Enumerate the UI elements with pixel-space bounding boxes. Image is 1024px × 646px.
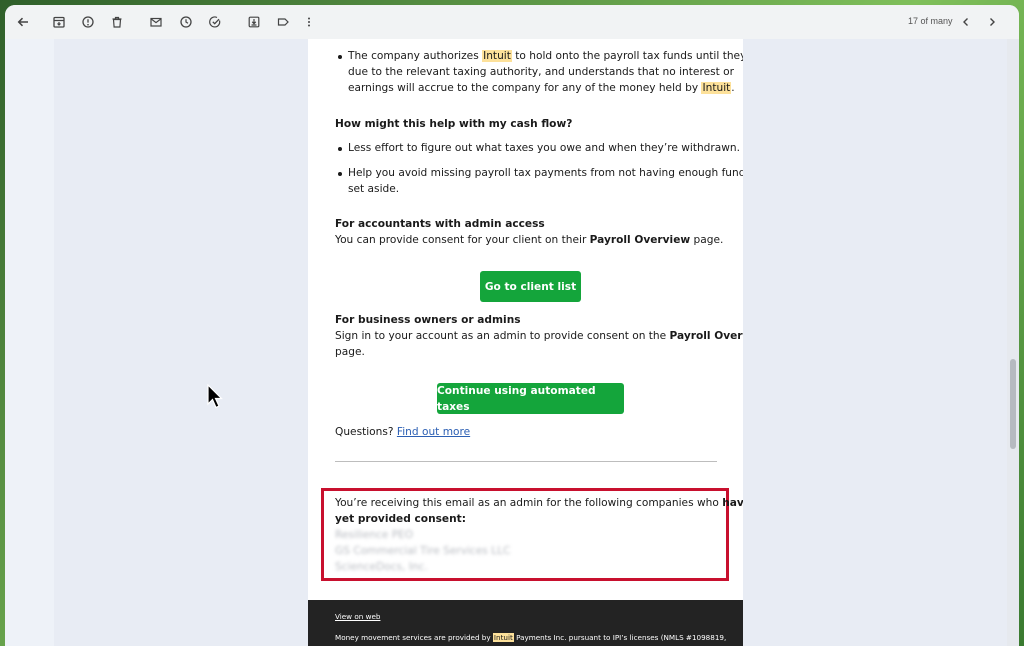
footer-disclosure: Money movement services are provided by … <box>335 633 727 642</box>
message-toolbar: 17 of many <box>5 5 1019 39</box>
pager-count: 17 of many <box>908 16 953 26</box>
snooze-icon[interactable] <box>176 12 196 32</box>
newer-chevron-icon[interactable] <box>982 12 1002 32</box>
cashflow-bullet-1: Less effort to figure out what taxes you… <box>348 142 740 154</box>
email-footer: View on web Money movement services are … <box>308 600 743 646</box>
mark-unread-icon[interactable] <box>146 12 166 32</box>
divider <box>335 461 717 462</box>
accountants-text: You can provide consent for your client … <box>335 234 724 246</box>
find-out-more-link[interactable]: Find out more <box>397 426 470 438</box>
questions-line: Questions? Find out more <box>335 426 471 438</box>
consent-notice-line-2: yet provided consent: <box>335 513 466 525</box>
authorization-line-3: earnings will accrue to the company for … <box>348 82 735 94</box>
mouse-pointer-icon <box>207 384 223 409</box>
view-on-web-link[interactable]: View on web <box>335 609 380 625</box>
cashflow-bullet-2-line-2: set aside. <box>348 183 400 195</box>
older-chevron-icon[interactable] <box>956 12 976 32</box>
back-arrow-icon[interactable] <box>13 12 33 32</box>
scrollbar[interactable] <box>1007 39 1019 646</box>
owners-text-line-1: Sign in to your account as an admin to p… <box>335 330 743 342</box>
blurred-company-3: ScienceDocs, Inc. <box>335 561 428 573</box>
more-options-icon[interactable] <box>299 12 319 32</box>
blurred-company-2: GS Commercial Tire Services LLC <box>335 545 511 557</box>
intuit-highlight: Intuit <box>492 633 514 642</box>
bullet-dot <box>338 147 342 151</box>
consent-notice-line-1: You’re receiving this email as an admin … <box>335 497 743 509</box>
bullet-dot <box>338 55 342 59</box>
email-body: The company authorizes Intuit to hold on… <box>308 39 743 646</box>
blurred-company-1: Resilience PEO <box>335 529 414 541</box>
accountants-heading: For accountants with admin access <box>335 218 545 230</box>
gmail-window: 17 of many The company authorizes Intuit… <box>5 5 1019 646</box>
report-spam-icon[interactable] <box>78 12 98 32</box>
authorization-line-1: The company authorizes Intuit to hold on… <box>348 50 743 62</box>
go-to-client-list-button[interactable]: Go to client list <box>480 271 581 302</box>
authorization-line-2: due to the relevant taxing authority, an… <box>348 66 734 78</box>
cashflow-bullet-2-line-1: Help you avoid missing payroll tax payme… <box>348 167 743 179</box>
delete-icon[interactable] <box>107 12 127 32</box>
bullet-dot <box>338 172 342 176</box>
continue-automated-taxes-button[interactable]: Continue using automated taxes <box>437 383 624 414</box>
move-to-icon[interactable] <box>244 12 264 32</box>
intuit-highlight: Intuit <box>701 82 732 94</box>
cashflow-heading: How might this help with my cash flow? <box>335 118 573 130</box>
label-icon[interactable] <box>273 12 293 32</box>
intuit-highlight: Intuit <box>482 50 512 62</box>
scrollbar-thumb[interactable] <box>1010 359 1016 449</box>
archive-icon[interactable] <box>49 12 69 32</box>
add-to-tasks-icon[interactable] <box>205 12 225 32</box>
owners-text-line-2: page. <box>335 346 365 358</box>
owners-heading: For business owners or admins <box>335 314 521 326</box>
